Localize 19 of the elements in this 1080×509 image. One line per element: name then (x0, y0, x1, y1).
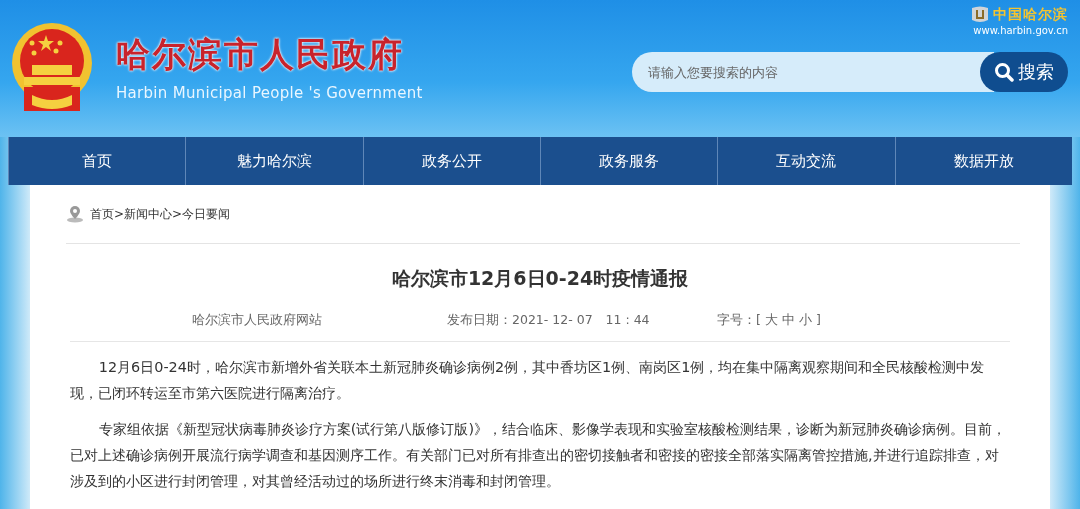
article-paragraph: 专家组依据《新型冠状病毒肺炎诊疗方案(试行第八版修订版)》，结合临床、影像学表现和实验室核酸检测结果，诊断为新冠肺炎确诊病例。目前，已对上述确诊病例开展流行病学调查和基因测序工作。有关部门已对所有排查出的密切接触者和密接的密接全部落实隔离管控措施,并进行追踪排查，对涉及到的小区进行封闭管理，对其曾经活动过的场所进行终末消毒和封闭管理。 (70, 420, 1008, 491)
site-subtitle: Harbin Municipal People 's Government (116, 83, 423, 102)
font-size-label: 字号：[ (717, 312, 761, 329)
bracket-text: ] (815, 312, 821, 329)
logo-icon (970, 6, 990, 24)
font-size-link[interactable]: 中 (781, 312, 795, 329)
article-paragraph: 12月6日0-24时，哈尔滨市新增外省关联本土新冠肺炎确诊病例2例，其中香坊区1例、南岗区1例，均在集中隔离观察期间和全民核酸检测中发现，已闭环转运至市第六医院进行隔离治疗。 (70, 358, 986, 403)
font-size-link[interactable]: 大 (764, 312, 778, 329)
site-url: www.harbin.gov.cn (973, 25, 1068, 36)
location-pin-icon (66, 205, 84, 223)
font-size-link[interactable]: 小 (798, 312, 812, 329)
article-source: 哈尔滨市人民政府网站 (192, 312, 323, 329)
logo-text: 中国哈尔滨 (993, 6, 1068, 24)
publish-date: 发布日期：2021- 12- 07 11 : 44 (447, 312, 651, 329)
search-field[interactable]: 请输入您要搜索的内容 (632, 52, 994, 92)
search-icon (994, 62, 1014, 82)
article-title: 哈尔滨市12月6日0-24时疫情通报 (390, 266, 690, 291)
site-title: 哈尔滨市人民政府 (116, 32, 405, 76)
breadcrumb: 首页>新闻中心>今日要闻 (90, 205, 231, 223)
